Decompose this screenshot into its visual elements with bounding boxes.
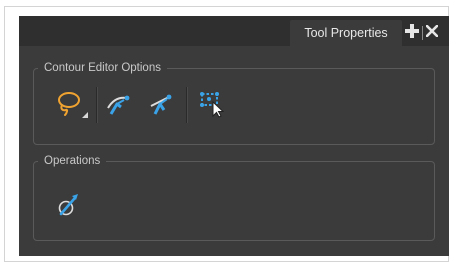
- tool-properties-panel: Tool Properties Contour Editor Options O…: [19, 16, 449, 256]
- group-title-operations: Operations: [38, 154, 107, 169]
- tangent-smooth-icon: [105, 90, 133, 123]
- tab-actions-divider: [422, 26, 423, 40]
- group-title-contour-editor-options: Contour Editor Options: [38, 61, 167, 76]
- tangent-corner-icon: [147, 90, 175, 123]
- lasso-tool-button[interactable]: [54, 89, 88, 124]
- pencil-to-brush-icon: [55, 191, 83, 224]
- operations-group: Operations: [33, 154, 435, 241]
- panel-tab-bar: Tool Properties: [19, 16, 449, 46]
- close-icon[interactable]: [425, 24, 439, 42]
- select-points-button[interactable]: [198, 91, 228, 121]
- plus-icon[interactable]: [405, 23, 419, 43]
- toolbar-divider: [96, 87, 98, 123]
- corner-tangent-button[interactable]: [146, 91, 176, 121]
- lasso-icon: [54, 89, 84, 124]
- menu-triangle-icon: [82, 105, 88, 123]
- smooth-tangent-button[interactable]: [104, 91, 134, 121]
- contour-editor-options-group: Contour Editor Options: [33, 61, 435, 145]
- select-points-icon: [199, 90, 227, 123]
- tab-actions: [405, 23, 439, 43]
- tab-label: Tool Properties: [304, 26, 388, 40]
- pencil-to-brush-button[interactable]: [54, 192, 84, 222]
- tab-tool-properties[interactable]: Tool Properties: [290, 20, 402, 46]
- toolbar-divider: [186, 87, 188, 123]
